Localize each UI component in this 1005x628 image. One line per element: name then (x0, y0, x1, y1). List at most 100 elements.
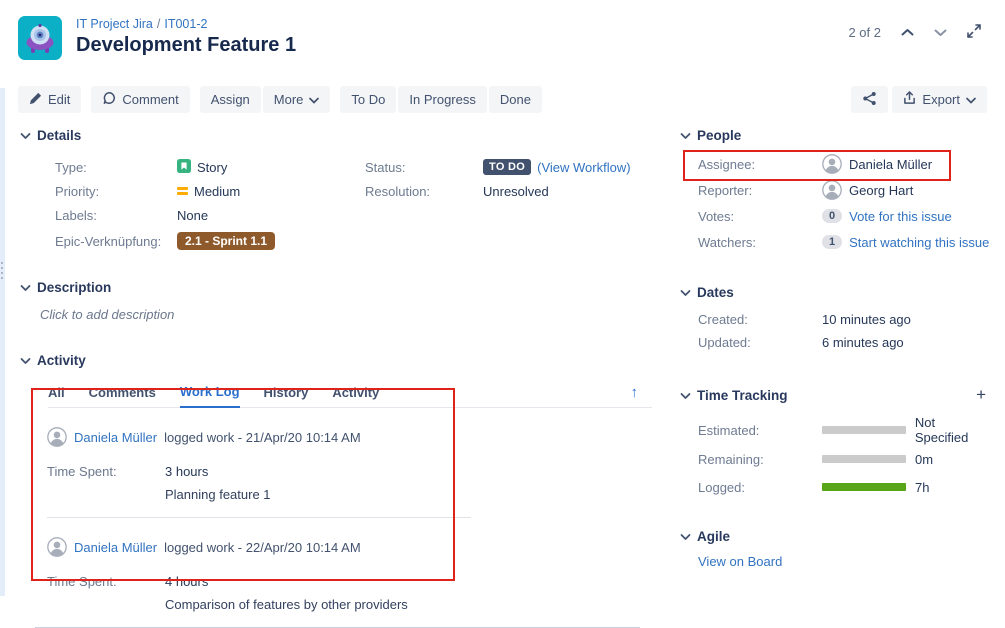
time-spent-value: 3 hours (165, 464, 208, 479)
workflow-todo-button[interactable]: To Do (340, 86, 396, 113)
activity-section-title: Activity (37, 353, 86, 368)
logged-value: 7h (915, 480, 929, 495)
breadcrumb-project-link[interactable]: IT Project Jira (76, 17, 153, 31)
view-workflow-link[interactable]: (View Workflow) (537, 160, 630, 175)
agile-section-title: Agile (697, 529, 730, 544)
todo-button-label: To Do (351, 92, 385, 107)
assignee-value[interactable]: Daniela Müller (849, 157, 932, 172)
tab-all[interactable]: All (48, 381, 65, 407)
export-button[interactable]: Export (892, 86, 987, 113)
sort-order-icon[interactable]: ↑ (631, 384, 639, 401)
more-button[interactable]: More (263, 86, 331, 113)
edit-button[interactable]: Edit (18, 86, 81, 113)
activity-section-header[interactable]: Activity (20, 353, 652, 368)
people-section-title: People (697, 128, 741, 143)
chevron-down-icon (20, 353, 31, 368)
status-label: Status: (365, 160, 483, 175)
resolution-value: Unresolved (483, 184, 549, 199)
votes-label: Votes: (698, 209, 822, 224)
labels-value: None (177, 208, 208, 223)
worklog-entry: Daniela Müller logged work - 22/Apr/20 1… (47, 518, 652, 627)
watchers-label: Watchers: (698, 235, 822, 250)
logged-progress-bar (822, 483, 906, 491)
priority-value: Medium (194, 184, 240, 199)
remaining-value: 0m (915, 452, 933, 467)
details-section-header[interactable]: Details (20, 128, 652, 143)
description-section-header[interactable]: Description (20, 280, 652, 295)
breadcrumb-issue-key-link[interactable]: IT001-2 (164, 17, 207, 31)
issue-header: IT Project Jira/IT001-2 Development Feat… (18, 16, 296, 60)
user-avatar-icon (47, 427, 67, 447)
estimated-progress-bar (822, 426, 906, 434)
people-section-header[interactable]: People (680, 128, 992, 143)
previous-issue-button[interactable] (895, 23, 920, 42)
remaining-row: Remaining: 0m (698, 445, 992, 473)
tab-activity[interactable]: Activity (332, 381, 379, 407)
collapsed-sidebar-edge (0, 88, 5, 596)
priority-medium-icon (177, 187, 188, 195)
description-placeholder[interactable]: Click to add description (40, 307, 652, 322)
tab-history[interactable]: History (264, 381, 309, 407)
project-avatar-icon[interactable] (18, 16, 62, 60)
created-row: Created: 10 minutes ago (698, 308, 992, 331)
updated-label: Updated: (698, 335, 822, 350)
estimated-label: Estimated: (698, 423, 822, 438)
description-section-title: Description (37, 280, 111, 295)
watch-link[interactable]: Start watching this issue (849, 235, 989, 250)
user-avatar-icon (822, 180, 842, 200)
time-spent-value: 4 hours (165, 574, 208, 589)
next-issue-button[interactable] (928, 23, 953, 42)
add-time-icon[interactable]: + (976, 385, 986, 405)
issue-toolbar: Edit Comment Assign More To Do In Progre… (18, 86, 987, 113)
resolution-label: Resolution: (365, 184, 483, 199)
assign-button[interactable]: Assign (200, 86, 261, 113)
assignee-label: Assignee: (698, 157, 822, 172)
page-title: Development Feature 1 (76, 34, 296, 57)
share-icon (862, 91, 877, 109)
vote-link[interactable]: Vote for this issue (849, 209, 952, 224)
remaining-label: Remaining: (698, 452, 822, 467)
agile-section-header[interactable]: Agile (680, 529, 992, 544)
dates-section-title: Dates (697, 285, 734, 300)
watchers-count-badge[interactable]: 1 (822, 235, 842, 249)
worklog-author-link[interactable]: Daniela Müller (74, 430, 157, 445)
comment-button-label: Comment (122, 92, 178, 107)
chevron-down-icon (20, 128, 31, 143)
export-icon (903, 91, 916, 108)
fullscreen-button[interactable] (961, 22, 987, 43)
votes-count-badge[interactable]: 0 (822, 209, 842, 223)
comment-button[interactable]: Comment (91, 86, 189, 113)
tab-comments[interactable]: Comments (89, 381, 156, 407)
panel-drag-handle[interactable] (1, 262, 3, 279)
in-progress-button-label: In Progress (409, 92, 475, 107)
time-spent-label: Time Spent: (47, 464, 165, 479)
chevron-down-icon (680, 128, 691, 143)
worklog-author-link[interactable]: Daniela Müller (74, 540, 157, 555)
time-tracking-section-header[interactable]: Time Tracking (680, 388, 788, 403)
details-fields: Type: Story Priority: Medium Labels: Non… (55, 155, 652, 253)
view-on-board-link[interactable]: View on Board (698, 554, 992, 569)
chevron-down-icon (934, 25, 947, 40)
breadcrumb: IT Project Jira/IT001-2 (76, 17, 296, 31)
worklog-comment: Comparison of features by other provider… (165, 597, 652, 612)
worklog-action-text: logged work - 21/Apr/20 10:14 AM (164, 430, 361, 445)
done-button-label: Done (500, 92, 531, 107)
export-button-label: Export (922, 92, 960, 107)
epic-badge[interactable]: 2.1 - Sprint 1.1 (177, 232, 275, 250)
reporter-label: Reporter: (698, 183, 822, 198)
logged-label: Logged: (698, 480, 822, 495)
workflow-done-button[interactable]: Done (489, 86, 542, 113)
updated-row: Updated: 6 minutes ago (698, 331, 992, 354)
time-tracking-section-title: Time Tracking (697, 388, 788, 403)
worklog-entry: Daniela Müller logged work - 21/Apr/20 1… (47, 408, 471, 518)
workflow-in-progress-button[interactable]: In Progress (398, 86, 486, 113)
comment-bubble-icon (102, 91, 116, 108)
dates-section-header[interactable]: Dates (680, 285, 992, 300)
chevron-down-icon (680, 285, 691, 300)
chevron-down-icon (20, 280, 31, 295)
updated-value: 6 minutes ago (822, 335, 904, 350)
share-button[interactable] (851, 86, 888, 113)
type-value: Story (197, 160, 227, 175)
tab-work-log[interactable]: Work Log (180, 380, 240, 408)
reporter-value[interactable]: Georg Hart (849, 183, 913, 198)
